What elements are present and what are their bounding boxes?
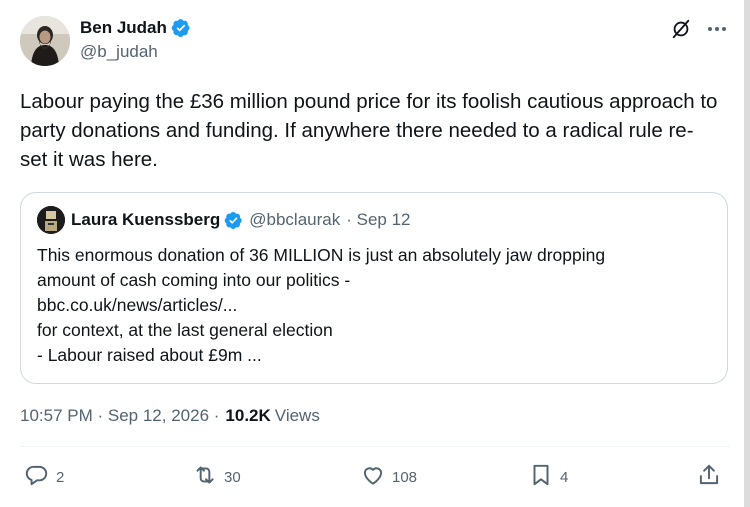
quote-handle[interactable]: @bbclaurak xyxy=(249,210,340,230)
tweet-meta: 10:57 PM · Sep 12, 2026 · 10.2K Views xyxy=(20,406,730,426)
quote-tweet[interactable]: Laura Kuenssberg @bbclaurak · Sep 12 Thi… xyxy=(20,192,728,384)
repost-button[interactable]: 30 xyxy=(192,460,241,494)
views-label: Views xyxy=(274,406,320,425)
quote-display-name[interactable]: Laura Kuenssberg xyxy=(71,210,220,230)
repost-icon xyxy=(192,462,218,492)
divider xyxy=(20,446,730,447)
quote-text: This enormous donation of 36 MILLION is … xyxy=(37,243,711,368)
tweet: Ben Judah @b_judah Labour paying the £36… xyxy=(20,14,730,426)
author-display-name[interactable]: Ben Judah xyxy=(80,18,167,38)
quote-date[interactable]: · Sep 12 xyxy=(346,210,410,230)
share-icon xyxy=(696,462,722,492)
quote-link[interactable]: bbc.co.uk/news/articles/... xyxy=(37,293,711,318)
quote-line: - Labour raised about £9m ... xyxy=(37,345,262,365)
like-button[interactable]: 108 xyxy=(360,460,417,494)
quote-verified-badge-icon xyxy=(224,211,243,230)
reply-icon xyxy=(24,462,50,492)
reply-count: 2 xyxy=(56,468,65,486)
author-names: Ben Judah @b_judah xyxy=(80,16,191,62)
views-count: 10.2K xyxy=(225,406,271,425)
scrollbar[interactable] xyxy=(744,0,750,507)
tweet-text: Labour paying the £36 million pound pric… xyxy=(20,90,718,171)
bookmark-icon xyxy=(528,462,554,492)
reply-button[interactable]: 2 xyxy=(24,460,64,494)
quote-line: This enormous donation of 36 MILLION is … xyxy=(37,245,606,265)
repost-count: 30 xyxy=(224,468,241,486)
bookmark-count: 4 xyxy=(560,468,569,486)
quote-header: Laura Kuenssberg @bbclaurak · Sep 12 xyxy=(37,206,711,234)
top-actions xyxy=(670,18,730,40)
avatar[interactable] xyxy=(20,16,70,66)
tweet-header: Ben Judah @b_judah xyxy=(20,14,730,70)
grok-icon[interactable] xyxy=(670,18,692,40)
quote-line: amount of cash coming into our politics … xyxy=(37,270,351,290)
verified-badge-icon xyxy=(171,18,191,38)
scrollbar-thumb[interactable] xyxy=(744,0,750,507)
action-bar: 2 30 108 4 xyxy=(20,460,730,494)
bookmark-button[interactable]: 4 xyxy=(528,460,568,494)
like-count: 108 xyxy=(392,468,418,486)
share-button[interactable] xyxy=(696,460,722,494)
author-handle[interactable]: @b_judah xyxy=(80,42,191,62)
quote-avatar[interactable] xyxy=(37,206,65,234)
like-icon xyxy=(360,462,386,492)
quote-line: for context, at the last general electio… xyxy=(37,320,333,340)
tweet-timestamp[interactable]: 10:57 PM · Sep 12, 2026 · xyxy=(20,406,219,426)
more-icon[interactable] xyxy=(704,18,730,40)
